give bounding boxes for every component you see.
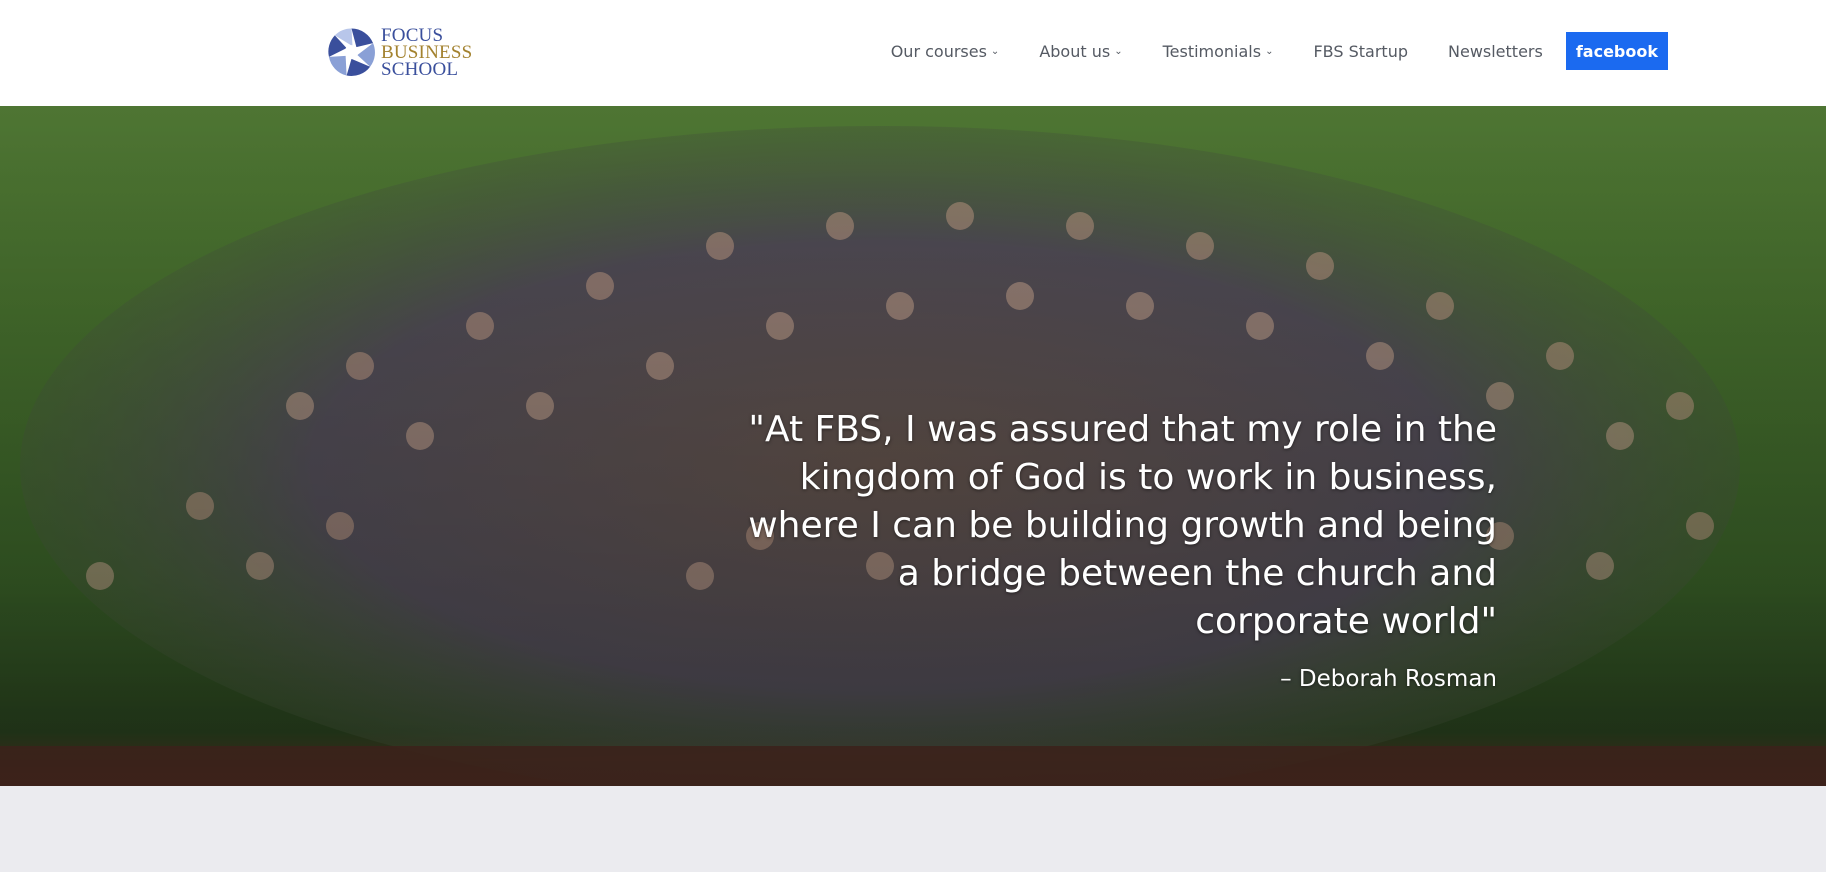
chevron-down-icon: ⌄ <box>1114 45 1123 57</box>
nav-item-label: Our courses <box>890 41 987 61</box>
nav-item-label: Newsletters <box>1448 41 1543 61</box>
facebook-button[interactable]: facebook <box>1565 32 1668 70</box>
nav-item-label: FBS Startup <box>1313 41 1408 61</box>
chevron-down-icon: ⌄ <box>990 45 1000 57</box>
nav-item-our-courses[interactable]: Our courses ⌄ <box>891 42 1000 61</box>
main-nav: Our courses ⌄ About us ⌄ Testimonials ⌄ … <box>851 32 1668 70</box>
nav-item-label: Testimonials <box>1162 41 1262 61</box>
logo-line-3: SCHOOL <box>381 58 459 80</box>
nav-item-about-us[interactable]: About us ⌄ <box>1039 42 1122 61</box>
site-header: FOCUS BUSINESS SCHOOL Our courses ⌄ Abou… <box>0 0 1826 106</box>
testimonial-quote: "At FBS, I was assured that my role in t… <box>748 409 1497 642</box>
content-area <box>0 786 1826 872</box>
nav-item-fbs-startup[interactable]: FBS Startup <box>1313 42 1408 61</box>
nav-item-label: About us <box>1039 41 1111 61</box>
logo-line-1: FOCUS <box>381 24 444 46</box>
testimonial-author: – Deborah Rosman <box>1280 666 1497 692</box>
logo-wordmark: FOCUS BUSINESS SCHOOL <box>381 24 473 80</box>
logo-line-2: BUSINESS <box>381 41 473 63</box>
nav-item-newsletters[interactable]: Newsletters <box>1448 42 1543 61</box>
logo-aperture-icon <box>327 28 376 77</box>
chevron-down-icon: ⌄ <box>1265 45 1274 57</box>
nav-item-testimonials[interactable]: Testimonials ⌄ <box>1163 42 1274 61</box>
logo[interactable]: FOCUS BUSINESS SCHOOL <box>327 24 477 80</box>
hero-banner: "At FBS, I was assured that my role in t… <box>0 106 1826 786</box>
